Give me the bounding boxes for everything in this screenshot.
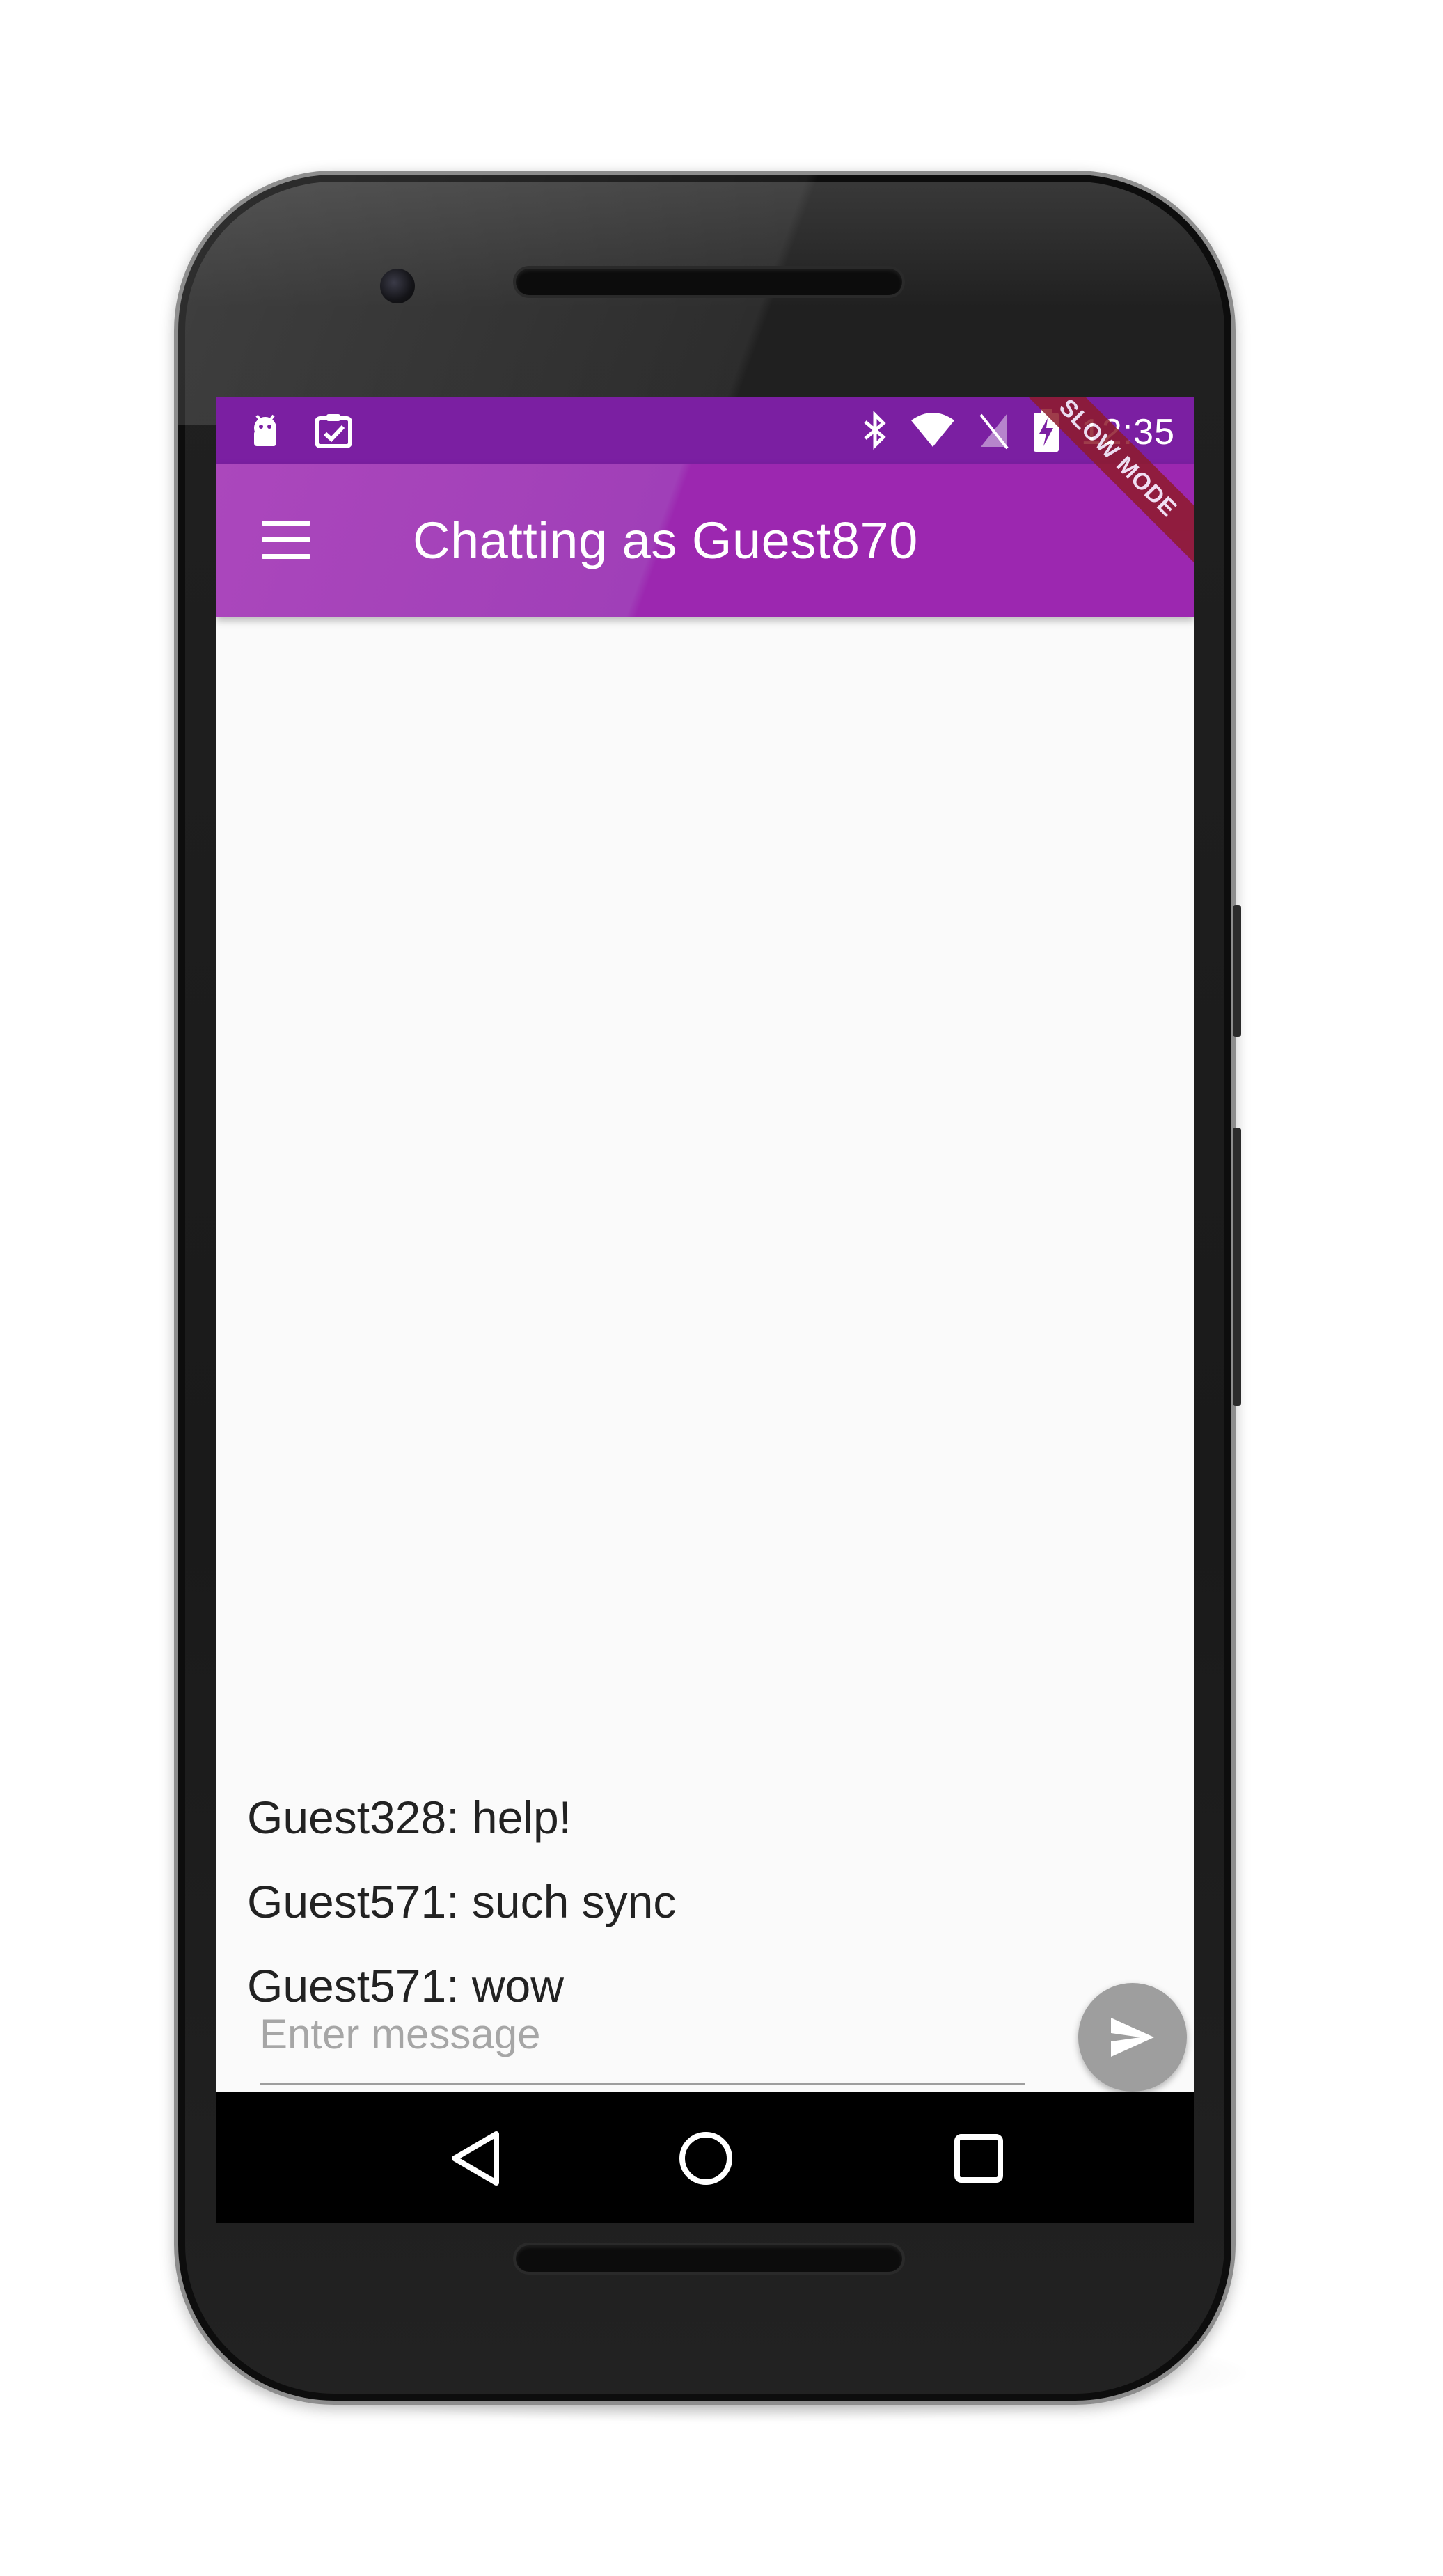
message-item: Guest328: help! <box>247 1792 571 1843</box>
navigation-bar <box>216 2092 1194 2223</box>
phone-glare <box>178 175 1231 425</box>
message-composer <box>260 1993 1025 2085</box>
power-button <box>1233 905 1241 1037</box>
page-title: Chatting as Guest870 <box>413 512 918 569</box>
message-list: Guest328: help! Guest571: such sync Gues… <box>247 1776 1152 2028</box>
top-speaker <box>516 269 902 295</box>
volume-button <box>1233 1128 1241 1406</box>
front-camera <box>380 269 415 303</box>
wifi-icon <box>910 411 956 453</box>
phone-frame: 12:35 Chatting as Guest870 SLOW MODE Gue… <box>174 171 1236 2405</box>
menu-icon[interactable] <box>258 512 314 568</box>
message-item: Guest571: such sync <box>247 1876 677 1927</box>
bottom-speaker <box>516 2245 902 2272</box>
screen: 12:35 Chatting as Guest870 SLOW MODE Gue… <box>216 397 1194 2092</box>
back-icon[interactable] <box>446 2127 509 2190</box>
send-icon <box>1111 2018 1154 2057</box>
clipboard-check-icon <box>313 410 354 455</box>
no-sim-icon <box>977 409 1011 455</box>
message-input[interactable] <box>260 1993 1025 2074</box>
send-button[interactable] <box>1078 1983 1187 2092</box>
android-debug-icon <box>246 410 285 455</box>
recents-icon[interactable] <box>947 2127 1010 2190</box>
home-icon[interactable] <box>675 2127 737 2190</box>
app-bar: Chatting as Guest870 <box>216 464 1194 617</box>
bluetooth-icon <box>861 409 889 455</box>
